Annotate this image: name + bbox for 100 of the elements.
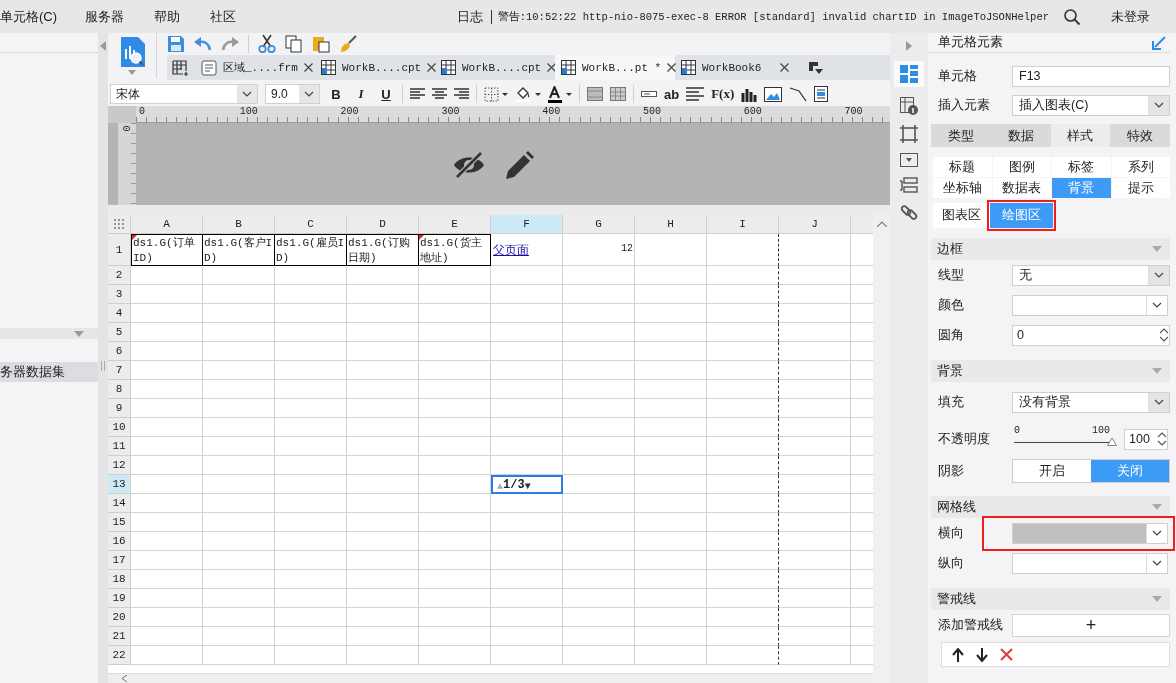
style-tab[interactable]: 系列 [1111,157,1170,177]
close-icon[interactable] [780,63,789,72]
column-header[interactable]: E [419,215,491,234]
column-header[interactable]: C [275,215,347,234]
row-header[interactable]: 18 [108,570,131,589]
tab-menu-icon[interactable] [809,61,823,74]
document-tab[interactable]: 区域_....frm [195,55,315,80]
row-header[interactable]: 17 [108,551,131,570]
text-field-icon[interactable] [641,90,657,98]
style-tab[interactable]: 坐标轴 [933,178,992,198]
chevron-down-icon[interactable] [242,91,252,97]
row-header[interactable]: 14 [108,494,131,513]
image-icon[interactable] [764,86,783,102]
scroll-left-icon[interactable] [122,675,127,682]
chevron-down-icon[interactable] [1152,302,1162,308]
row-header[interactable]: 4 [108,304,131,323]
underline-button[interactable]: U [377,86,395,102]
style-tab[interactable]: 标签 [1052,157,1111,177]
cell-info-icon[interactable] [900,97,918,115]
delete-icon[interactable] [1000,648,1013,661]
row-header[interactable]: 11 [108,437,131,456]
style-tab[interactable]: 数据表 [992,178,1051,198]
color-select[interactable] [1012,294,1168,316]
bar-chart-icon[interactable] [741,86,758,102]
chevron-down-icon[interactable] [1152,530,1162,536]
spinner-arrows-icon[interactable] [1159,327,1169,343]
color-select[interactable] [1012,522,1168,544]
section-header[interactable]: 网格线 [931,496,1170,518]
row-header[interactable]: 8 [108,380,131,399]
formula-button[interactable]: F(x) [711,86,735,102]
section-header[interactable]: 背景 [931,360,1170,382]
redo-icon[interactable] [221,36,239,52]
column-header[interactable]: H [635,215,707,234]
row-header[interactable]: 20 [108,608,131,627]
frame-icon[interactable] [900,125,918,143]
login-button[interactable]: 未登录 [1111,7,1150,26]
opacity-spinner[interactable]: 100 [1124,428,1168,450]
column-header[interactable]: G [563,215,635,234]
report-chart-icon[interactable] [119,37,145,67]
style-tab[interactable]: 图例 [992,157,1051,177]
row-header[interactable]: 6 [108,342,131,361]
column-header[interactable]: B [203,215,275,234]
menu-item[interactable]: 帮助 [154,7,181,26]
link-icon[interactable] [900,203,918,221]
cell-field[interactable]: F13 [1012,65,1170,87]
insert-element-select[interactable]: 插入图表(C) [1012,94,1170,116]
add-button[interactable]: + [1012,613,1170,637]
merge-cells-icon[interactable] [587,87,603,101]
copy-icon[interactable] [285,35,303,53]
pencil-icon[interactable] [504,151,534,181]
undo-icon[interactable] [194,36,212,52]
chevron-down-icon[interactable] [1154,272,1164,278]
style-tab[interactable]: 提示 [1111,178,1170,198]
row-header[interactable]: 3 [108,285,131,304]
font-color-icon[interactable] [548,85,572,103]
panel-tab[interactable]: 样式 [1050,124,1111,147]
scroll-up-icon[interactable] [876,221,887,227]
document-tab[interactable]: WorkB...pt * [555,55,675,80]
layers-icon[interactable] [900,177,918,193]
dataset-item[interactable]: 务器数据集 [0,362,98,382]
spinner-arrows-icon[interactable] [1157,431,1167,447]
column-header[interactable]: F [491,215,563,234]
apply-arrow-icon[interactable] [1152,35,1166,50]
opacity-slider[interactable]: 0 100 [1012,425,1120,453]
toggle-option[interactable]: 开启 [1013,460,1091,482]
italic-button[interactable]: I [352,86,370,102]
menu-item[interactable]: 服务器 [85,7,125,26]
chevron-down-icon[interactable] [304,91,314,97]
horizontal-scrollbar[interactable] [108,673,873,683]
new-sheet-icon[interactable] [172,59,190,76]
splitter-grip-icon[interactable] [101,361,105,371]
menu-item[interactable]: 单元格(C) [0,7,58,26]
font-family-select[interactable]: 宋体 [110,84,258,104]
insert-text-button[interactable]: ab [664,86,680,102]
number-spinner[interactable]: 0 [1012,324,1170,346]
row-header[interactable]: 12 [108,456,131,475]
caret-down-icon[interactable] [128,70,136,75]
column-header[interactable]: D [347,215,419,234]
cell-element-icon[interactable] [900,65,918,83]
select-all-icon[interactable] [113,219,125,229]
panel-tab[interactable]: 数据 [990,124,1051,147]
panel-tab[interactable]: 特效 [1110,124,1170,147]
vertical-scrollbar[interactable] [873,215,890,683]
pager-cell[interactable]: ▲1/3▼ [491,475,563,494]
search-icon[interactable] [1063,7,1081,26]
log-button[interactable]: 日志 [456,7,483,26]
document-tab[interactable]: WorkB....cpt [435,55,555,80]
row-header[interactable]: 2 [108,266,131,285]
parent-page-link[interactable]: 父页面 [491,234,531,267]
eye-slash-icon[interactable] [452,151,486,179]
slash-line-icon[interactable] [789,86,808,102]
chevron-down-icon[interactable] [1154,399,1164,405]
panel-tab[interactable]: 类型 [931,124,991,147]
fill-bucket-icon[interactable] [515,86,541,102]
bold-button[interactable]: B [327,86,345,102]
arrow-down-icon[interactable] [976,647,988,662]
select-all-corner[interactable] [108,215,131,234]
column-header[interactable]: I [707,215,779,234]
document-tab[interactable]: WorkB....cpt [315,55,435,80]
row-header[interactable]: 21 [108,627,131,646]
